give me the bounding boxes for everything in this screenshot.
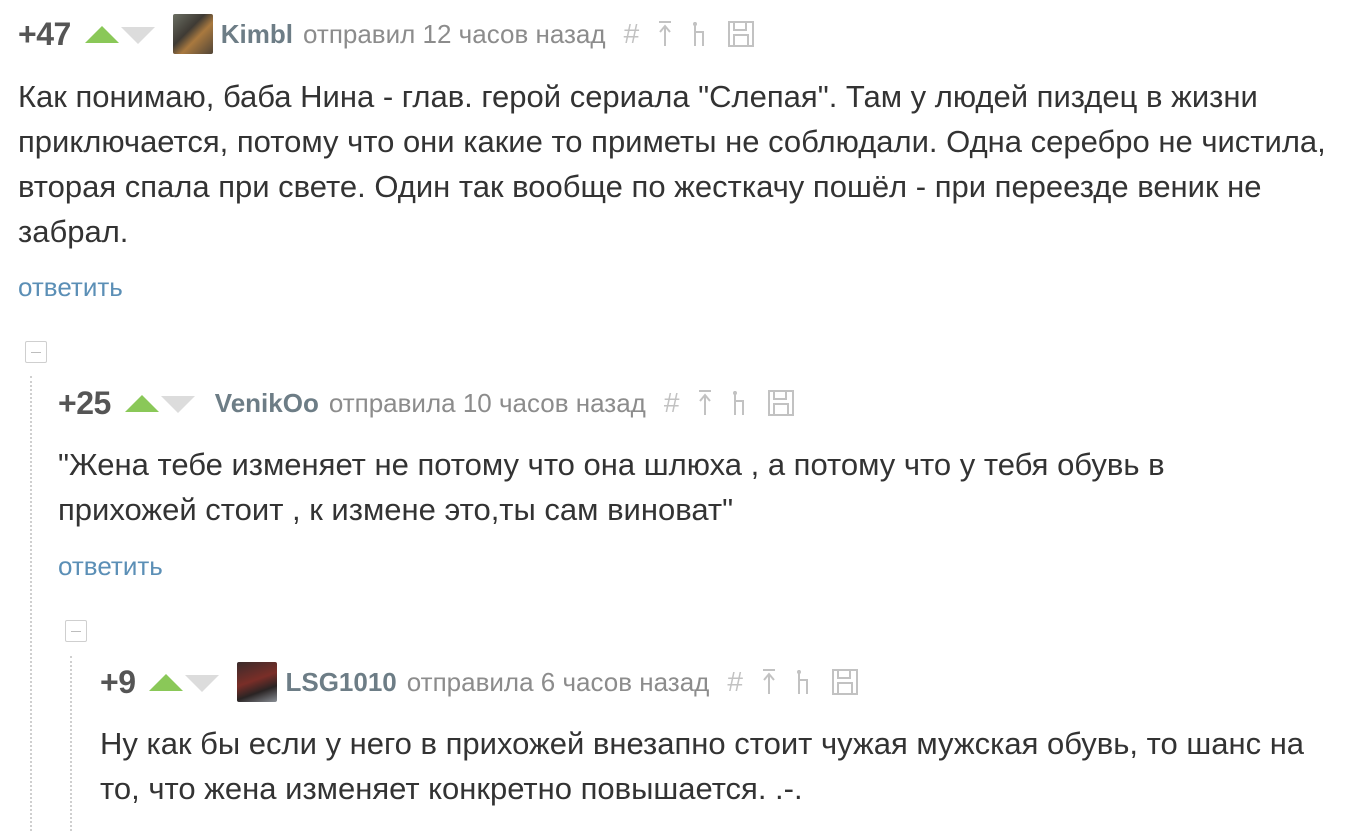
thread-line [70,656,72,831]
comment-body: "Жена тебе изменяет не потому что она шл… [58,447,1165,527]
comment-rating: +25 [58,384,111,421]
avatar[interactable] [172,14,213,54]
downvote-icon[interactable] [120,26,155,44]
hash-icon[interactable]: # [664,389,680,417]
tree-icon[interactable] [795,668,813,696]
comment-rating: +9 [100,663,136,700]
comment-header: +47 Kimbl отправил 12 часов назад # [18,14,756,54]
save-icon[interactable] [831,668,859,696]
upvote-icon[interactable] [149,673,184,691]
tree-icon[interactable] [691,20,709,48]
reply-link[interactable]: ответить [58,551,163,582]
arrow-up-icon[interactable] [697,389,713,417]
comment-body: Ну как бы если у него в прихожей внезапн… [100,726,1305,806]
comment-tools: # [664,389,796,417]
downvote-icon[interactable] [185,674,220,692]
author-name[interactable]: VenikOo [215,388,319,419]
author-name[interactable]: Kimbl [221,19,293,50]
upvote-icon[interactable] [124,394,159,412]
comment-tools: # [727,668,859,696]
comment-header: +25 VenikOo отправила 10 часов назад # [58,385,795,421]
collapse-thread-button[interactable] [25,341,47,363]
arrow-up-icon[interactable] [657,20,673,48]
collapse-thread-button[interactable] [65,620,87,642]
comment-timestamp: отправила 10 часов назад [328,387,646,418]
upvote-icon[interactable] [84,25,119,43]
tree-icon[interactable] [731,389,749,417]
thread-line [30,376,32,831]
hash-icon[interactable]: # [727,668,743,696]
comment-tools: # [624,20,756,48]
save-icon[interactable] [767,389,795,417]
author-name[interactable]: LSG1010 [285,667,396,698]
comment-timestamp: отправил 12 часов назад [303,18,606,49]
comment-rating: +47 [18,15,71,52]
arrow-up-icon[interactable] [761,668,777,696]
comment-header: +9 LSG1010 отправила 6 часов назад # [100,662,859,702]
comment-timestamp: отправила 6 часов назад [406,666,710,697]
comment-body: Как понимаю, баба Нина - глав. герой сер… [18,79,1326,249]
reply-link[interactable]: ответить [18,272,123,303]
avatar[interactable] [237,662,278,702]
save-icon[interactable] [727,20,755,48]
hash-icon[interactable]: # [624,20,640,48]
downvote-icon[interactable] [160,395,195,413]
